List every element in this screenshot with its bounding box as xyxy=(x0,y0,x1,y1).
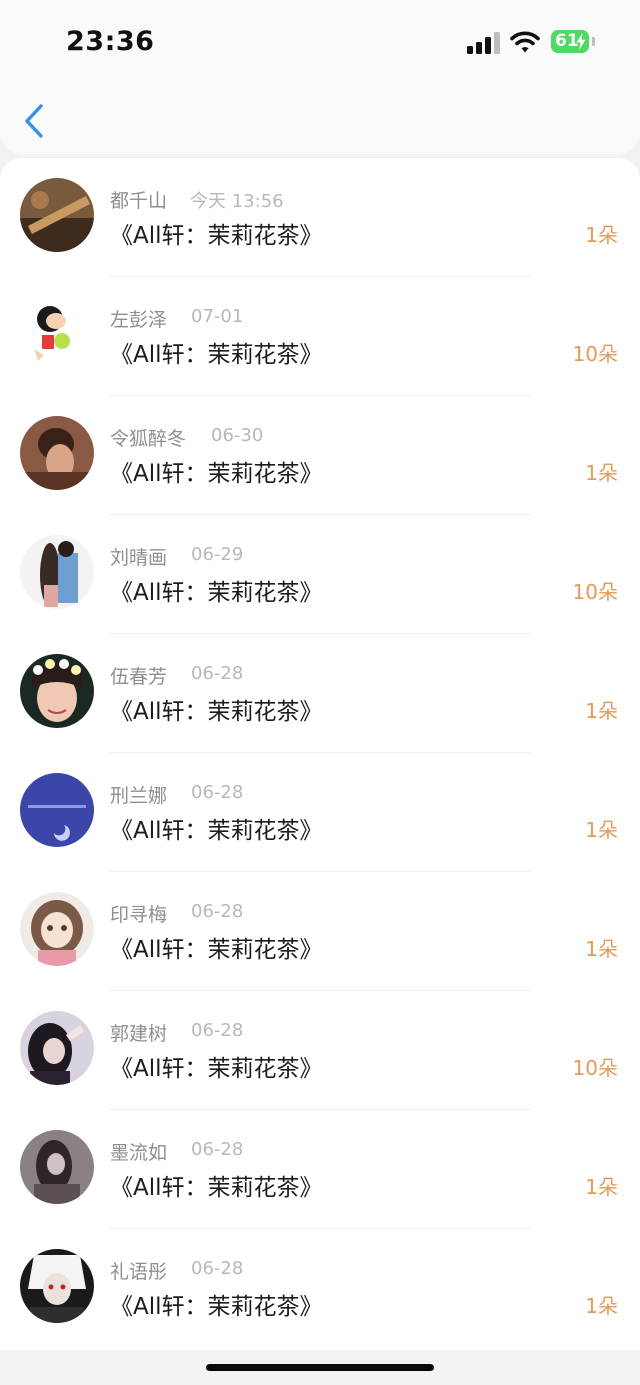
sender-name: 印寻梅 xyxy=(110,904,168,926)
flower-count: 1朵 xyxy=(585,1175,618,1199)
list-item[interactable]: 礼语彤 06-28 《All轩：茉莉花茶》 1朵 xyxy=(0,1229,640,1348)
sender-name: 刑兰娜 xyxy=(110,785,168,807)
sender-name: 都千山 xyxy=(110,190,168,212)
gift-date: 06-28 xyxy=(191,1020,244,1041)
gift-title: 《All轩：茉莉花茶》 xyxy=(110,937,323,963)
gift-title: 《All轩：茉莉花茶》 xyxy=(110,1175,323,1201)
list-item[interactable]: 印寻梅 06-28 《All轩：茉莉花茶》 1朵 xyxy=(0,872,640,991)
list-item[interactable]: 刑兰娜 06-28 《All轩：茉莉花茶》 1朵 xyxy=(0,753,640,872)
list-item[interactable]: 左彭泽 07-01 《All轩：茉莉花茶》 10朵 xyxy=(0,277,640,396)
flower-count: 10朵 xyxy=(572,1056,618,1080)
flower-count: 10朵 xyxy=(572,580,618,604)
avatar xyxy=(20,535,94,609)
list-item[interactable]: 伍春芳 06-28 《All轩：茉莉花茶》 1朵 xyxy=(0,634,640,753)
gift-title: 《All轩：茉莉花茶》 xyxy=(110,342,323,368)
gift-title: 《All轩：茉莉花茶》 xyxy=(110,818,323,844)
avatar xyxy=(20,178,94,252)
list-item[interactable]: 郭建树 06-28 《All轩：茉莉花茶》 10朵 xyxy=(0,991,640,1110)
gift-date: 07-01 xyxy=(191,306,244,327)
gift-title: 《All轩：茉莉花茶》 xyxy=(110,223,323,249)
list-item[interactable]: 令狐醉冬 06-30 《All轩：茉莉花茶》 1朵 xyxy=(0,396,640,515)
avatar xyxy=(20,297,94,371)
gift-date: 06-28 xyxy=(191,782,244,803)
home-indicator[interactable] xyxy=(206,1364,434,1371)
gift-title: 《All轩：茉莉花茶》 xyxy=(110,461,323,487)
gift-title: 《All轩：茉莉花茶》 xyxy=(110,1294,323,1320)
flower-count: 1朵 xyxy=(585,699,618,723)
header: 23:36 61 xyxy=(0,0,640,154)
signal-icon xyxy=(467,32,501,54)
gift-title: 《All轩：茉莉花茶》 xyxy=(110,699,323,725)
gift-list: 都千山 今天 13:56 《All轩：茉莉花茶》 1朵 左彭泽 07-01 《A… xyxy=(0,158,640,1350)
gift-date: 06-30 xyxy=(211,425,264,446)
flower-count: 1朵 xyxy=(585,223,618,247)
battery-cap xyxy=(592,37,595,46)
avatar xyxy=(20,773,94,847)
list-item[interactable]: 刘晴画 06-29 《All轩：茉莉花茶》 10朵 xyxy=(0,515,640,634)
sender-name: 刘晴画 xyxy=(110,547,168,569)
flower-count: 1朵 xyxy=(585,461,618,485)
flower-count: 1朵 xyxy=(585,937,618,961)
sender-name: 伍春芳 xyxy=(110,666,168,688)
avatar xyxy=(20,1011,94,1085)
sender-name: 礼语彤 xyxy=(110,1261,168,1283)
wifi-icon xyxy=(510,31,540,53)
sender-name: 墨流如 xyxy=(110,1142,168,1164)
gift-date: 今天 13:56 xyxy=(190,191,284,212)
avatar xyxy=(20,1249,94,1323)
flower-count: 1朵 xyxy=(585,1294,618,1318)
avatar xyxy=(20,654,94,728)
flower-count: 1朵 xyxy=(585,818,618,842)
gift-title: 《All轩：茉莉花茶》 xyxy=(110,580,323,606)
list-item[interactable]: 都千山 今天 13:56 《All轩：茉莉花茶》 1朵 xyxy=(0,158,640,277)
sender-name: 左彭泽 xyxy=(110,309,168,331)
chevron-left-icon[interactable] xyxy=(22,103,46,139)
gift-title: 《All轩：茉莉花茶》 xyxy=(110,1056,323,1082)
battery-charging-icon: 61 xyxy=(551,30,589,53)
status-time: 23:36 xyxy=(66,26,155,57)
sender-name: 令狐醉冬 xyxy=(110,428,187,450)
gift-date: 06-28 xyxy=(191,663,244,684)
gift-date: 06-28 xyxy=(191,1258,244,1279)
avatar xyxy=(20,416,94,490)
gift-date: 06-28 xyxy=(191,901,244,922)
avatar xyxy=(20,1130,94,1204)
gift-date: 06-28 xyxy=(191,1139,244,1160)
avatar xyxy=(20,892,94,966)
list-item[interactable]: 墨流如 06-28 《All轩：茉莉花茶》 1朵 xyxy=(0,1110,640,1229)
flower-count: 10朵 xyxy=(572,342,618,366)
gift-date: 06-29 xyxy=(191,544,244,565)
sender-name: 郭建树 xyxy=(110,1023,168,1045)
